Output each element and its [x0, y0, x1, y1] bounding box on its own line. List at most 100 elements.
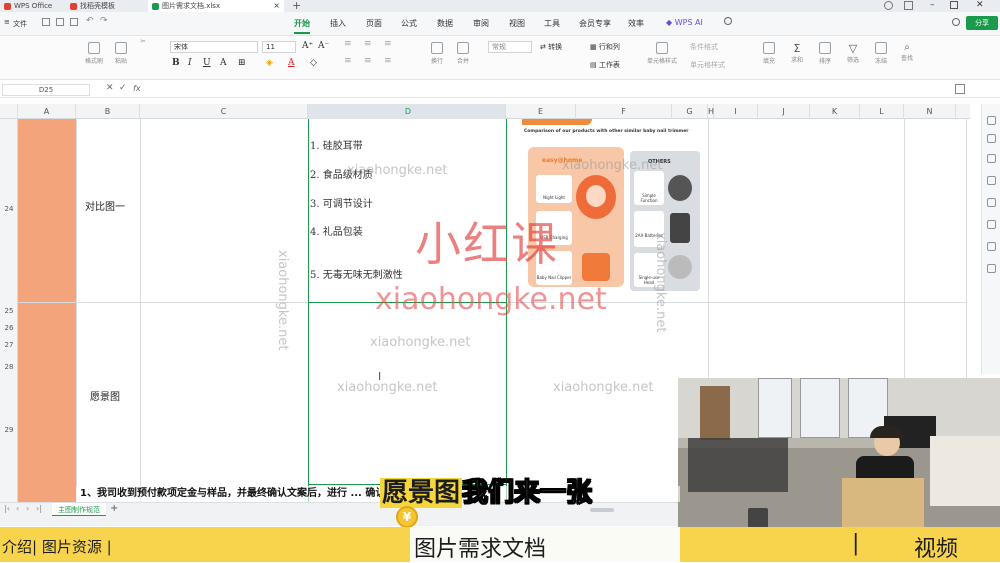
row-col-button[interactable]: ▦ 行和列 [590, 42, 620, 52]
convert-button[interactable]: ⇄ 转换 [540, 42, 562, 52]
search-icon[interactable] [724, 17, 732, 25]
border-icon[interactable]: ⊞ [238, 58, 246, 68]
redo-icon[interactable]: ↷ [100, 16, 108, 26]
column-header[interactable]: J [758, 104, 810, 119]
menu-tools[interactable]: 工具 [544, 18, 560, 29]
row-header[interactable]: 25 [0, 307, 18, 315]
close-window-icon[interactable]: ✕ [976, 0, 984, 10]
row-header[interactable]: 27 [0, 341, 18, 349]
preview-icon[interactable] [70, 18, 78, 26]
align-top-icon[interactable]: ≡ [344, 39, 352, 49]
filter-button[interactable]: ▽ 筛选 [842, 42, 864, 64]
worksheet-button[interactable]: ▤ 工作表 [590, 60, 620, 70]
fill-color-icon[interactable]: ◈ [266, 58, 273, 68]
horizontal-scrollbar[interactable] [590, 508, 614, 512]
undo-icon[interactable]: ↶ [86, 16, 94, 26]
column-header[interactable]: F [576, 104, 672, 119]
number-format-select[interactable]: 常规 [488, 41, 532, 53]
menu-wps-ai[interactable]: ◆ WPS AI [666, 18, 703, 27]
font-size-select[interactable]: 11 [262, 41, 296, 53]
wrap-button[interactable]: 换行 [426, 42, 448, 65]
sidebar-table-icon[interactable] [987, 198, 996, 207]
cut-icon[interactable]: ✂ [136, 38, 150, 45]
row-header[interactable]: 28 [0, 363, 18, 371]
menu-insert[interactable]: 插入 [330, 18, 346, 29]
first-sheet-icon[interactable]: |‹ [4, 504, 10, 513]
font-grow-icon[interactable]: A⁺ [302, 41, 313, 51]
tab-document[interactable]: 图片需求文档.xlsx × [148, 0, 284, 12]
menu-formula[interactable]: 公式 [401, 18, 417, 29]
tab-template[interactable]: 找稻壳模板 [66, 0, 144, 12]
column-header[interactable]: C [140, 104, 308, 119]
sheet-tab-active[interactable]: 主图制作规范 [52, 503, 106, 517]
font-shrink-icon[interactable]: A⁻ [318, 41, 329, 51]
row-header[interactable]: 29 [0, 426, 18, 434]
share-button[interactable]: 分享 [966, 16, 998, 30]
menu-review[interactable]: 审阅 [473, 18, 489, 29]
add-sheet-button[interactable]: + [110, 503, 118, 514]
sidebar-share-icon[interactable] [987, 264, 996, 273]
sidebar-property-icon[interactable] [987, 116, 996, 125]
font-color-icon[interactable]: A [288, 58, 295, 68]
fx-icon[interactable]: fx [133, 84, 141, 93]
minimize-icon[interactable]: – [930, 0, 935, 10]
cell-style-button[interactable]: 单元格样式 [644, 42, 680, 65]
strikethrough-icon[interactable]: A [220, 58, 227, 68]
menu-data[interactable]: 数据 [437, 18, 453, 29]
print-icon[interactable] [56, 18, 64, 26]
expand-formula-icon[interactable] [955, 84, 965, 94]
sum-button[interactable]: Σ 求和 [786, 42, 808, 64]
last-sheet-icon[interactable]: ›| [36, 504, 42, 513]
italic-icon[interactable]: I [188, 58, 192, 68]
hamburger-icon[interactable]: ≡ [4, 18, 10, 26]
cloud-icon[interactable] [952, 18, 960, 26]
find-button[interactable]: ⌕ 查找 [896, 42, 918, 62]
menu-page[interactable]: 页面 [366, 18, 382, 29]
column-header[interactable]: A [18, 104, 76, 119]
menu-member[interactable]: 会员专享 [579, 18, 611, 29]
freeze-button[interactable]: 冻结 [870, 42, 892, 65]
column-header[interactable]: K [810, 104, 860, 119]
close-tab-icon[interactable]: × [273, 0, 280, 12]
column-header[interactable]: I [714, 104, 758, 119]
column-header[interactable]: B [76, 104, 140, 119]
sidebar-help-icon[interactable] [987, 242, 996, 251]
prev-sheet-icon[interactable]: ‹ [16, 504, 19, 513]
new-tab-icon[interactable]: + [292, 0, 301, 12]
bold-icon[interactable]: B [172, 58, 180, 68]
select-all-corner[interactable] [0, 104, 18, 119]
column-header[interactable]: L [860, 104, 904, 119]
tab-wps-office[interactable]: WPS Office [0, 0, 62, 12]
paste-button[interactable]: 粘贴 [110, 42, 132, 65]
maximize-icon[interactable] [950, 1, 958, 9]
cell-format-button[interactable]: 单元格样式 [690, 60, 725, 70]
column-header[interactable]: E [506, 104, 576, 119]
save-icon[interactable] [42, 18, 50, 26]
align-middle-icon[interactable]: ≡ [364, 39, 372, 49]
format-painter-button[interactable]: 格式刷 [82, 42, 106, 65]
menu-efficiency[interactable]: 效率 [628, 18, 644, 29]
menu-view[interactable]: 视图 [509, 18, 525, 29]
name-box[interactable]: D25 [2, 84, 90, 96]
column-header-selected[interactable]: D [308, 104, 506, 119]
underline-icon[interactable]: U [203, 58, 211, 68]
row-header[interactable]: 24 [0, 205, 18, 213]
align-right-icon[interactable]: ≡ [384, 56, 392, 66]
formula-input[interactable] [150, 84, 930, 96]
sidebar-backup-icon[interactable] [987, 220, 996, 229]
sidebar-chart-icon[interactable] [987, 176, 996, 185]
align-bottom-icon[interactable]: ≡ [384, 39, 392, 49]
sidebar-select-icon[interactable] [987, 134, 996, 143]
gift-icon[interactable] [884, 1, 893, 10]
clear-icon[interactable]: ◇ [310, 58, 317, 68]
cancel-icon[interactable]: ✕ [106, 83, 114, 93]
align-left-icon[interactable]: ≡ [344, 56, 352, 66]
row-header[interactable]: 26 [0, 324, 18, 332]
next-sheet-icon[interactable]: › [26, 504, 29, 513]
confirm-icon[interactable]: ✓ [119, 83, 127, 93]
file-menu[interactable]: 文件 [13, 19, 27, 29]
sidebar-comment-icon[interactable] [987, 154, 996, 163]
menu-home[interactable]: 开始 [294, 18, 310, 34]
font-name-select[interactable]: 宋体 [170, 41, 258, 53]
fill-button[interactable]: 填充 [758, 42, 780, 65]
